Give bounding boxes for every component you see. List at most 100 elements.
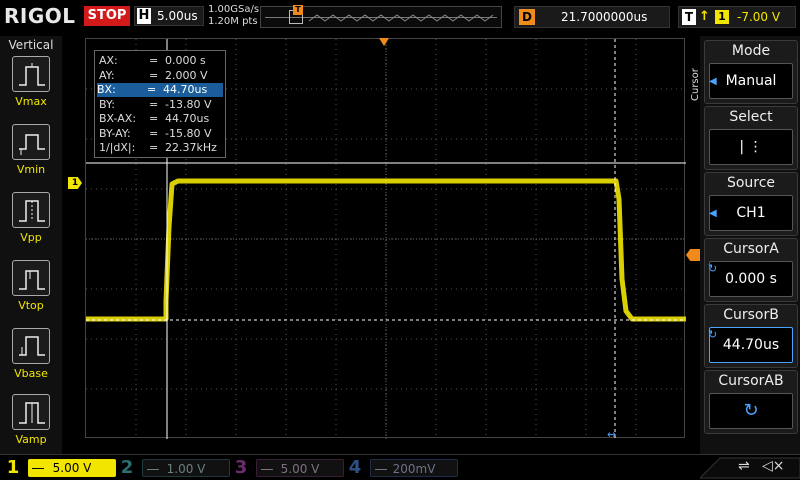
cursor-value: 44.70us bbox=[163, 83, 208, 96]
channel-scale: 5.00 V bbox=[28, 459, 116, 477]
channel-scale: 1.00 V bbox=[142, 459, 230, 477]
menu-tab-cursor: Cursor bbox=[690, 68, 701, 102]
measure-vmin[interactable]: Vmin bbox=[6, 124, 56, 184]
measure-vamp[interactable]: Vamp bbox=[6, 394, 56, 454]
vtop-icon bbox=[12, 260, 50, 296]
measure-vbase[interactable]: Vbase bbox=[6, 328, 56, 388]
channel-bar: 1 5.00 V 2 1.00 V 3 5.00 V 4 200mV ⇌ ◁× bbox=[0, 454, 800, 480]
trigger-level: -7.00 V bbox=[737, 10, 781, 24]
menu-item-value: | ⋮ bbox=[709, 129, 793, 165]
rotate-knob-icon: ↻ bbox=[708, 328, 718, 341]
memory-depth: 1.20M pts bbox=[208, 16, 258, 27]
sample-rate: 1.00GSa/s bbox=[208, 4, 260, 15]
speaker-mute-icon: ◁× bbox=[762, 458, 785, 474]
measure-vpp[interactable]: Vpp bbox=[6, 192, 56, 252]
brand-logo: RIGOL bbox=[4, 4, 76, 28]
ch1-offset-marker[interactable]: 1 bbox=[68, 177, 82, 189]
left-arrow-icon: ◀ bbox=[709, 76, 717, 87]
menu-cursor-b[interactable]: CursorB 44.70us ↻ bbox=[704, 304, 798, 368]
menu-cursor-ab[interactable]: CursorAB ↻ bbox=[704, 370, 798, 434]
measure-vtop[interactable]: Vtop bbox=[6, 260, 56, 320]
run-stop-indicator[interactable]: STOP bbox=[84, 6, 130, 26]
cursor-key: AX: bbox=[99, 54, 118, 67]
status-icons bbox=[700, 457, 800, 479]
menu-source[interactable]: Source CH1 ◀ bbox=[704, 172, 798, 236]
cursor-row-bx: BX: = 44.70us bbox=[97, 83, 223, 97]
measure-panel: Vertical Vmax Vmin Vpp Vtop Vbase Vamp bbox=[0, 36, 62, 454]
measure-vmax[interactable]: Vmax bbox=[6, 56, 56, 116]
usb-icon: ⇌ bbox=[738, 458, 750, 474]
cursor-readout-box: AX: = 0.000 s AY: = 2.000 V BX: = 44.70u… bbox=[94, 50, 226, 158]
cursor-b-handle-icon[interactable]: ↔ bbox=[607, 428, 616, 441]
cursor-row-by: BY: = -13.80 V bbox=[99, 98, 225, 112]
cursor-row-ay: AY: = 2.000 V bbox=[99, 69, 225, 83]
channel-number: 3 bbox=[234, 457, 248, 478]
rotate-knob-icon: ↻ bbox=[708, 262, 718, 275]
cursor-value: 0.000 s bbox=[165, 54, 206, 67]
cursor-value: 2.000 V bbox=[165, 69, 208, 82]
trigger-position-marker: T bbox=[293, 5, 303, 15]
vpp-icon bbox=[12, 192, 50, 228]
channel-number: 1 bbox=[6, 457, 20, 478]
delay-box[interactable]: D 21.7000000us bbox=[514, 6, 670, 28]
vamp-icon bbox=[12, 394, 50, 430]
top-status-bar: RIGOL STOP H 5.00us 1.00GSa/s 1.20M pts … bbox=[0, 0, 800, 36]
cursor-eq: = bbox=[149, 112, 159, 125]
cursor-eq: = bbox=[149, 69, 159, 82]
measure-panel-title: Vertical bbox=[8, 38, 54, 52]
cursor-value: 22.37kHz bbox=[165, 141, 217, 154]
channel-scale: 200mV bbox=[370, 459, 458, 477]
cursor-key: BY-AY: bbox=[99, 127, 131, 140]
memory-overview-strip: T bbox=[260, 5, 502, 28]
menu-item-title: Source bbox=[726, 175, 776, 191]
menu-item-value: CH1 bbox=[709, 195, 793, 231]
cursor-row-by-ay: BY-AY: = -15.80 V bbox=[99, 127, 225, 141]
menu-item-value: 0.000 s bbox=[709, 261, 793, 297]
cursor-key: BY: bbox=[99, 98, 115, 111]
menu-item-value: ↻ bbox=[709, 393, 793, 429]
channel-number: 4 bbox=[348, 457, 362, 478]
trigger-label: T bbox=[682, 9, 696, 25]
menu-item-title: CursorA bbox=[723, 241, 779, 257]
menu-cursor-a[interactable]: CursorA 0.000 s ↻ bbox=[704, 238, 798, 302]
cursor-row-bx-ax: BX-AX: = 44.70us bbox=[99, 112, 225, 126]
menu-item-value: Manual bbox=[709, 63, 793, 99]
cursor-row-ax: AX: = 0.000 s bbox=[99, 54, 225, 68]
measure-label: Vmin bbox=[16, 163, 46, 176]
trigger-source-channel: 1 bbox=[715, 10, 729, 24]
delay-label: D bbox=[519, 9, 535, 25]
menu-mode[interactable]: Mode Manual ◀ bbox=[704, 40, 798, 104]
cursor-value: 44.70us bbox=[165, 112, 210, 125]
cursor-value: -15.80 V bbox=[165, 127, 212, 140]
cursor-eq: = bbox=[149, 98, 159, 111]
sample-info: 1.00GSa/s 1.20M pts bbox=[208, 4, 259, 28]
menu-item-title: CursorB bbox=[723, 307, 779, 323]
trigger-level-marker[interactable] bbox=[686, 249, 700, 261]
timebase-box[interactable]: H 5.00us bbox=[134, 6, 204, 26]
menu-item-title: Select bbox=[729, 109, 773, 125]
timebase-value: 5.00us bbox=[157, 9, 198, 23]
measure-label: Vtop bbox=[18, 299, 44, 312]
measure-label: Vpp bbox=[20, 231, 42, 244]
menu-select[interactable]: Select | ⋮ bbox=[704, 106, 798, 170]
delay-value: 21.7000000us bbox=[561, 10, 648, 24]
rising-edge-icon: ↑ bbox=[699, 9, 710, 24]
measure-label: Vbase bbox=[14, 367, 48, 380]
menu-item-value: 44.70us bbox=[709, 327, 793, 363]
rotate-knob-icon: ↻ bbox=[743, 400, 759, 421]
channel-scale: 5.00 V bbox=[256, 459, 344, 477]
cursor-eq: = bbox=[149, 141, 159, 154]
vmin-icon bbox=[12, 124, 50, 160]
measure-label: Vamp bbox=[15, 433, 47, 446]
cursor-eq: = bbox=[149, 127, 159, 140]
cursor-value: -13.80 V bbox=[165, 98, 212, 111]
vmax-icon bbox=[12, 56, 50, 92]
menu-item-title: Mode bbox=[731, 43, 771, 59]
trigger-box[interactable]: T ↑ 1 -7.00 V bbox=[678, 6, 796, 28]
channel-number: 2 bbox=[120, 457, 134, 478]
left-arrow-icon: ◀ bbox=[709, 208, 717, 219]
timebase-label: H bbox=[137, 8, 151, 24]
cursor-eq: = bbox=[147, 83, 157, 96]
vbase-icon bbox=[12, 328, 50, 364]
cursor-key: BX-AX: bbox=[99, 112, 137, 125]
